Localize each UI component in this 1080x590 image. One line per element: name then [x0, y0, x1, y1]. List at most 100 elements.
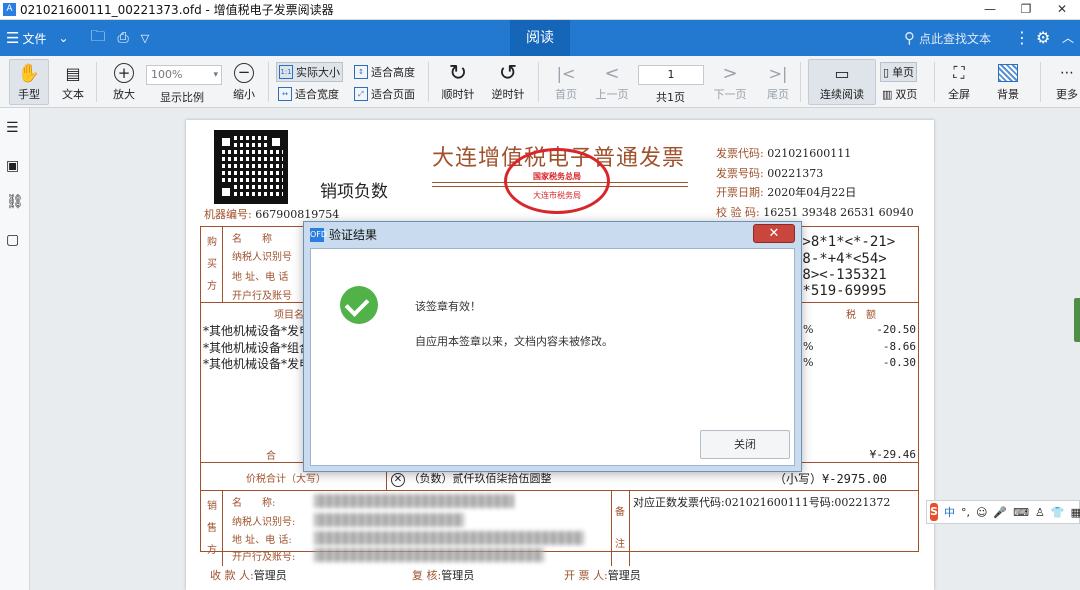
seller-taxid-label: 纳税人识别号: — [232, 517, 296, 528]
total-label: 合 — [266, 451, 276, 462]
redacted-seller-name — [314, 494, 514, 508]
invoice-code-row: 发票代码: 021021600111 — [716, 145, 851, 161]
page-number-input[interactable]: 1 — [638, 65, 704, 85]
toolbar: ✋ 手型 ▤ 文本 + 放大 100% ▾ 显示比例 − 缩小 1:1 实际大小 ↕ 适合高度… — [0, 56, 1080, 108]
first-page-label: 首页 — [555, 88, 577, 101]
annotation-icon[interactable]: ▢ — [6, 232, 24, 250]
seller-divider — [222, 490, 223, 566]
more-vertical-icon[interactable]: ⋮ — [1014, 20, 1030, 56]
invoice-date-label: 开票日期: — [716, 186, 764, 199]
first-page-button[interactable]: |< 首页 — [552, 60, 580, 102]
prev-page-button[interactable]: < 上一页 — [594, 60, 630, 102]
machine-number-label: 机器编号: — [204, 208, 252, 221]
close-button[interactable]: 关闭 — [700, 430, 790, 459]
close-icon[interactable]: ✕ — [753, 224, 795, 243]
zoom-out-button[interactable]: − 缩小 — [228, 60, 260, 102]
app-icon: A — [3, 3, 16, 16]
skin-icon[interactable]: 👕 — [1051, 506, 1065, 519]
tax-amount: -0.30 — [882, 356, 916, 369]
cipher-line: 3>8*1*<*-21> — [794, 234, 896, 250]
single-page-button[interactable]: ▯ 单页 — [880, 62, 918, 82]
zoom-select[interactable]: 100% ▾ — [146, 65, 222, 85]
grid-icon[interactable]: ▦ — [1071, 506, 1080, 519]
emoji-icon[interactable]: ☺ — [976, 506, 987, 519]
qr-code — [214, 130, 288, 204]
more-button[interactable]: ⋯ 更多 — [1054, 60, 1080, 102]
seller-bank-label: 开户行及账号: — [232, 552, 296, 563]
seller-address-label: 地 址、电 话: — [232, 535, 292, 546]
minimize-icon[interactable]: — — [972, 0, 1008, 20]
text-select-icon: ▤ — [65, 63, 81, 83]
microphone-icon[interactable]: 🎤 — [993, 506, 1007, 519]
dialog-title: 验证结果 — [329, 228, 378, 242]
close-window-icon[interactable]: ✕ — [1044, 0, 1080, 20]
reviewer-row: 复 核:管理员 — [412, 567, 474, 583]
fit-height-icon: ↕ — [354, 65, 368, 79]
double-page-label: 双页 — [895, 88, 918, 101]
left-sidebar: ☰ ▣ ⛓ ▢ — [0, 108, 30, 590]
zoom-in-button[interactable]: + 放大 — [108, 60, 140, 102]
sum-label: 价税合计（大写） — [246, 474, 326, 485]
text-tool-button[interactable]: ▤ 文本 — [56, 60, 90, 102]
next-page-icon: > — [722, 62, 738, 84]
buyer-divider — [222, 226, 223, 302]
machine-number: 667900819754 — [255, 208, 340, 221]
remark-divider — [629, 490, 630, 566]
actual-size-button[interactable]: 1:1 实际大小 — [276, 62, 343, 82]
file-menu[interactable]: ☰ 文件 ⌄ — [0, 20, 75, 56]
double-page-button[interactable]: ▥ 双页 — [880, 84, 919, 104]
continuous-read-icon: ▭ — [834, 63, 850, 83]
side-widget[interactable] — [1074, 298, 1080, 342]
dialog-body: 该签章有效！ 自应用本签章以来，文档内容未被修改。 关闭 — [310, 248, 795, 466]
check-icon — [340, 286, 378, 324]
fit-width-icon: ↔ — [278, 87, 292, 101]
ime-language-toggle[interactable]: 中 — [944, 504, 955, 520]
tax-seal: 国家税务总局 大连市税务局 — [504, 148, 610, 214]
buyer-char: 买 — [207, 259, 217, 270]
unmodified-message: 自应用本签章以来，文档内容未被修改。 — [415, 335, 613, 348]
tax-header: 税 额 — [846, 310, 876, 321]
punctuation-icon[interactable]: °, — [961, 506, 970, 519]
outline-icon[interactable]: ☰ — [6, 120, 24, 138]
fit-width-button[interactable]: ↔ 适合宽度 — [276, 84, 341, 104]
fit-height-button[interactable]: ↕ 适合高度 — [352, 62, 417, 82]
collapse-icon[interactable]: ︿ — [1062, 20, 1074, 56]
user-icon[interactable]: ♙ — [1035, 506, 1045, 519]
fullscreen-button[interactable]: ⛶ 全屏 — [944, 60, 974, 102]
dropdown-icon[interactable]: ▽ — [135, 20, 155, 56]
seller-char: 方 — [207, 545, 217, 556]
next-page-button[interactable]: > 下一页 — [712, 60, 748, 102]
file-menu-label: 文件 — [22, 31, 47, 46]
invoice-number: 00221373 — [767, 167, 824, 180]
maximize-icon[interactable]: ❐ — [1008, 0, 1044, 20]
item-name: *其他机械设备*发电 — [203, 357, 312, 371]
hand-icon: ✋ — [17, 62, 41, 84]
keyboard-icon[interactable]: ⌨ — [1013, 506, 1029, 519]
open-folder-icon[interactable]: 🗀 — [85, 20, 112, 56]
background-button[interactable]: 背景 — [988, 60, 1028, 102]
rotate-cw-button[interactable]: ↻ 顺时针 — [440, 60, 476, 102]
fit-page-button[interactable]: ⤢ 适合页面 — [352, 84, 417, 104]
drawer-row: 开 票 人:管理员 — [564, 567, 641, 583]
rotate-ccw-button[interactable]: ↺ 逆时针 — [490, 60, 526, 102]
continuous-read-button[interactable]: ▭ 连续阅读 — [808, 59, 876, 105]
search-placeholder: 点此查找文本 — [919, 31, 992, 46]
tab-read[interactable]: 阅读 — [510, 20, 570, 56]
check-code-label: 校 验 码: — [716, 206, 760, 219]
thumbnail-icon[interactable]: ▣ — [6, 158, 24, 176]
last-page-button[interactable]: >| 尾页 — [764, 60, 792, 102]
remark-side-label: 备注 — [612, 504, 628, 554]
sum-words: ✕ （负数）贰仟玖佰柒拾伍圆整 — [391, 470, 552, 487]
search-box[interactable]: ⚲ 点此查找文本 — [904, 20, 991, 56]
print-icon[interactable]: ⎙ — [112, 20, 135, 56]
seller-side-label: 销售方 — [204, 498, 220, 560]
gear-icon[interactable]: ⚙ — [1036, 20, 1050, 56]
hand-tool-button[interactable]: ✋ 手型 — [9, 59, 49, 105]
buyer-side-label: 购买方 — [204, 234, 220, 296]
check-code: 16251 39348 26531 60940 — [763, 206, 914, 219]
sogou-logo-icon[interactable]: S — [930, 503, 938, 521]
last-page-icon: >| — [768, 63, 788, 83]
structure-icon[interactable]: ⛓ — [6, 194, 24, 212]
single-page-label: 单页 — [892, 66, 915, 79]
app-icon: OFD — [310, 227, 327, 242]
